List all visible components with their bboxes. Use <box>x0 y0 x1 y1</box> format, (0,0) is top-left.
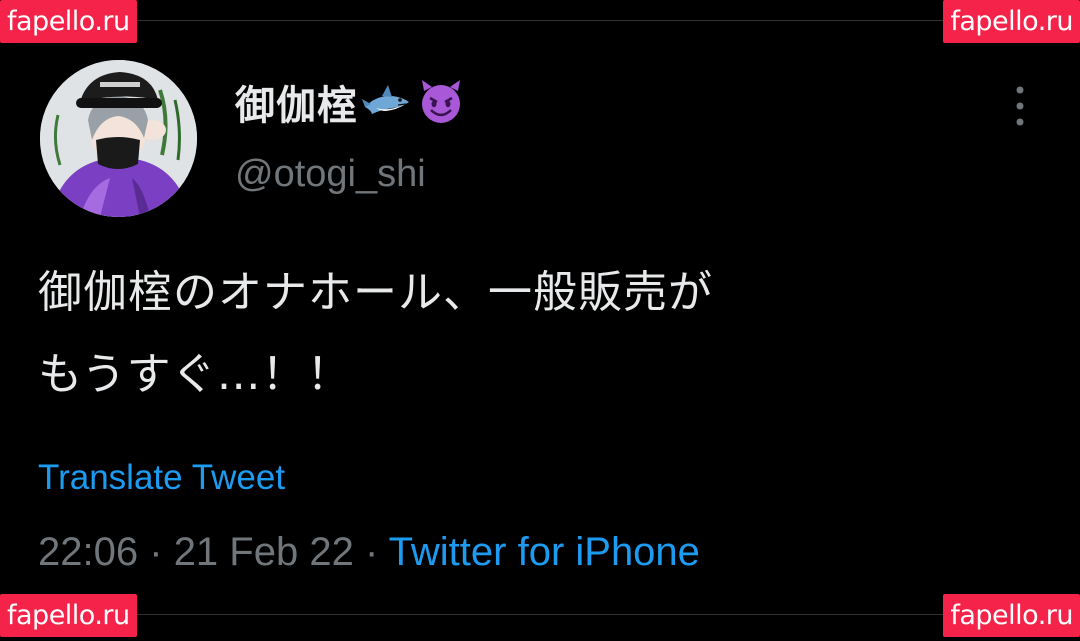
tweet-text-line-2: もうすぐ…！！ <box>38 349 352 400</box>
watermark-bottom-right: fapello.ru <box>943 594 1080 637</box>
tweet-time[interactable]: 22:06 <box>38 530 138 574</box>
tweet-text: 御伽榁のオナホール、一般販売が もうすぐ…！！ <box>38 252 1048 416</box>
watermark-top-left: fapello.ru <box>0 0 137 43</box>
display-name-row[interactable]: 御伽榁 <box>235 73 466 131</box>
user-handle[interactable]: @otogi_shi <box>235 153 426 196</box>
meta-separator: · <box>364 530 379 574</box>
top-divider <box>0 20 1080 21</box>
shark-emoji-icon <box>362 77 412 127</box>
smiling-imp-emoji-icon <box>416 77 466 127</box>
tweet-date[interactable]: 21 Feb 22 <box>174 530 354 574</box>
watermark-top-right: fapello.ru <box>943 0 1080 43</box>
more-vertical-icon[interactable] <box>1008 84 1032 128</box>
avatar[interactable] <box>40 60 197 217</box>
meta-separator: · <box>149 530 163 574</box>
tweet-source-link[interactable]: Twitter for iPhone <box>389 530 700 574</box>
avatar-image <box>40 60 197 217</box>
watermark-bottom-left: fapello.ru <box>0 594 137 637</box>
tweet-metadata: 22:06 · 21 Feb 22 · Twitter for iPhone <box>38 530 700 575</box>
bottom-divider <box>0 614 1080 615</box>
tweet-text-line-1: 御伽榁のオナホール、一般販売が <box>38 267 713 318</box>
display-name[interactable]: 御伽榁 <box>235 73 358 131</box>
translate-tweet-link[interactable]: Translate Tweet <box>38 458 285 498</box>
